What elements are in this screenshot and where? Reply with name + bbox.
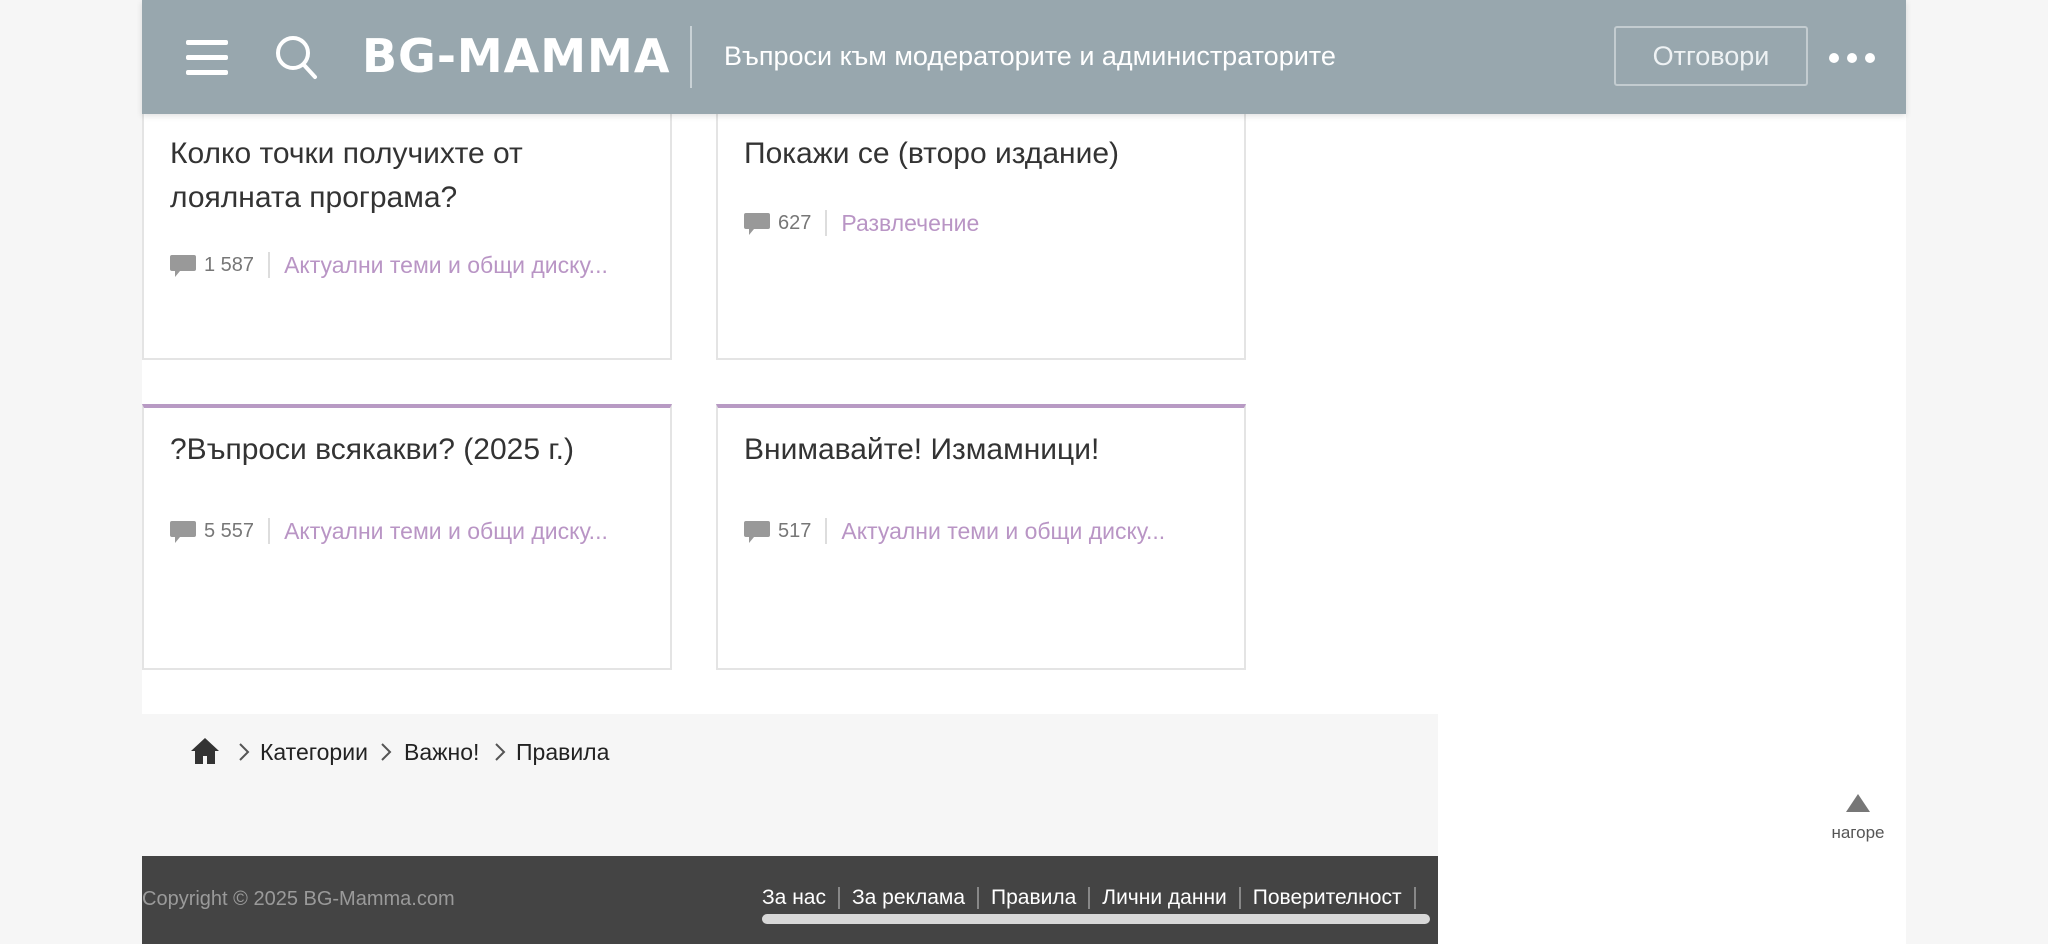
search-icon[interactable] <box>274 34 318 80</box>
chevron-right-icon <box>495 743 506 761</box>
back-to-top-button[interactable]: нагоре <box>1818 792 1898 844</box>
page-title: Въпроси към модераторите и администратор… <box>724 41 1336 71</box>
divider <box>1413 887 1416 909</box>
topic-meta: 517 Актуални теми и общи диску... <box>744 516 1165 546</box>
footer-link-about[interactable]: За нас <box>762 886 826 910</box>
topic-title[interactable]: ?Въпроси всякакви? (2025 г.) <box>170 428 640 472</box>
reply-button[interactable]: Отговори <box>1614 26 1808 86</box>
footer-link-rules[interactable]: Правила <box>991 886 1076 910</box>
divider <box>825 210 828 236</box>
back-to-top-label: нагоре <box>1831 823 1885 842</box>
topic-meta: 627 Развлечение <box>744 208 979 238</box>
footer-link-advertising[interactable]: За реклама <box>852 886 965 910</box>
chevron-right-icon <box>381 743 392 761</box>
divider <box>837 887 840 909</box>
topic-card[interactable]: Внимавайте! Измамници! 517 Актуални теми… <box>716 404 1246 670</box>
breadcrumb: Категории Важно! Правила <box>142 714 1438 856</box>
footer-link-privacy[interactable]: Поверителност <box>1253 886 1402 910</box>
home-icon[interactable] <box>190 736 220 766</box>
comment-icon <box>744 521 770 543</box>
reply-count: 1 587 <box>204 253 255 276</box>
copyright: Copyright © 2025 BG-Mamma.com <box>142 888 455 910</box>
footer-link-personal-data[interactable]: Лични данни <box>1102 886 1226 910</box>
category-link[interactable]: Актуални теми и общи диску... <box>284 252 608 279</box>
reply-count: 5 557 <box>204 519 255 542</box>
topic-meta: 5 557 Актуални теми и общи диску... <box>170 516 608 546</box>
site-logo[interactable]: BG-MAMMA <box>362 26 670 86</box>
breadcrumb-item[interactable]: Правила <box>516 736 609 768</box>
page: Колко точки получихте от лоялната програ… <box>142 0 1906 944</box>
reply-count: 517 <box>778 519 812 542</box>
reply-count: 627 <box>778 211 812 234</box>
breadcrumb-item[interactable]: Важно! <box>404 736 479 768</box>
topic-card[interactable]: Колко точки получихте от лоялната програ… <box>142 114 672 360</box>
footer-scrollbar[interactable] <box>762 914 1430 924</box>
topic-card[interactable]: ?Въпроси всякакви? (2025 г.) 5 557 Актуа… <box>142 404 672 670</box>
comment-icon <box>170 255 196 277</box>
chevron-right-icon <box>239 743 250 761</box>
topic-meta: 1 587 Актуални теми и общи диску... <box>170 250 608 280</box>
topic-card[interactable]: Покажи се (второ издание) 627 Развлечени… <box>716 114 1246 360</box>
divider <box>1088 887 1091 909</box>
category-link[interactable]: Актуални теми и общи диску... <box>284 518 608 545</box>
more-icon[interactable] <box>1826 46 1878 70</box>
divider <box>268 252 271 278</box>
divider <box>977 887 980 909</box>
hamburger-icon[interactable] <box>186 40 228 76</box>
footer: Copyright © 2025 BG-Mamma.com За нас За … <box>142 856 1438 944</box>
header-divider <box>690 26 692 88</box>
topic-title[interactable]: Внимавайте! Измамници! <box>744 428 1214 472</box>
breadcrumb-item[interactable]: Категории <box>260 736 368 768</box>
header: BG-MAMMA Въпроси към модераторите и адми… <box>142 0 1906 114</box>
divider <box>1238 887 1241 909</box>
footer-links: За нас За реклама Правила Лични данни По… <box>762 886 1428 910</box>
comment-icon <box>170 521 196 543</box>
divider <box>825 518 828 544</box>
topic-title[interactable]: Покажи се (второ издание) <box>744 132 1214 176</box>
category-link[interactable]: Актуални теми и общи диску... <box>841 518 1165 545</box>
topic-title[interactable]: Колко точки получихте от лоялната програ… <box>170 132 640 220</box>
category-link[interactable]: Развлечение <box>841 210 979 237</box>
divider <box>268 518 271 544</box>
arrow-up-icon <box>1846 794 1870 812</box>
comment-icon <box>744 213 770 235</box>
